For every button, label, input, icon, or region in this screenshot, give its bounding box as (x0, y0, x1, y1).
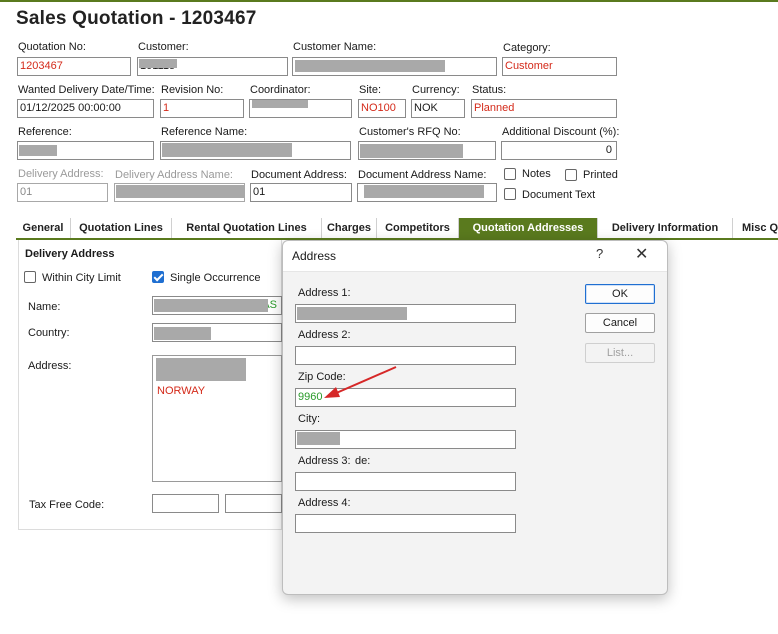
annotation-arrow-icon (324, 366, 397, 398)
